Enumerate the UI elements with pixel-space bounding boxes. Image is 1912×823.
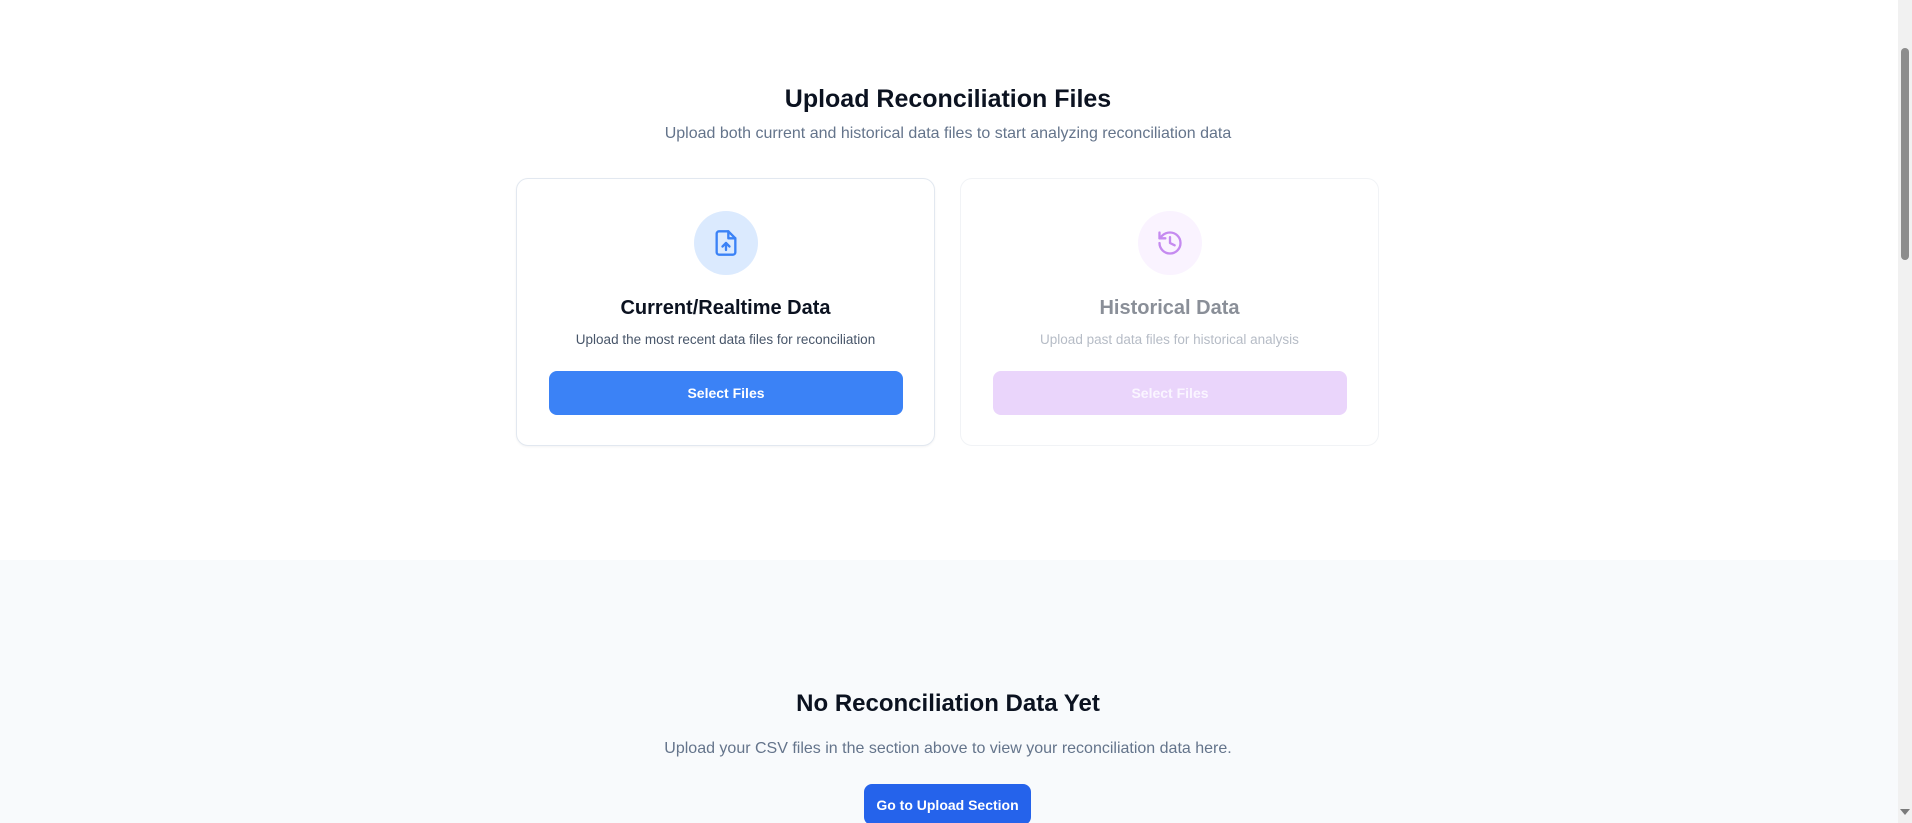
current-data-card-title: Current/Realtime Data: [620, 297, 831, 319]
historical-data-card: Historical Data Upload past data files f…: [960, 178, 1379, 446]
empty-state-title: No Reconciliation Data Yet: [796, 690, 1100, 717]
historical-data-card-title: Historical Data: [1099, 297, 1240, 319]
file-upload-icon: [694, 211, 758, 275]
current-data-card-description: Upload the most recent data files for re…: [575, 332, 876, 347]
empty-state-description: Upload your CSV files in the section abo…: [664, 740, 1232, 757]
select-current-files-button[interactable]: Select Files: [549, 371, 903, 415]
select-historical-files-button[interactable]: Select Files: [993, 371, 1347, 415]
history-icon: [1138, 211, 1202, 275]
current-data-card: Current/Realtime Data Upload the most re…: [516, 178, 935, 446]
upload-section: Upload Reconciliation Files Upload both …: [0, 0, 1898, 560]
upload-section-subtitle: Upload both current and historical data …: [664, 125, 1232, 142]
vertical-scrollbar[interactable]: [1898, 0, 1912, 823]
scroll-down-arrow-icon[interactable]: [1900, 809, 1910, 815]
scrollbar-thumb[interactable]: [1901, 48, 1909, 260]
historical-data-card-description: Upload past data files for historical an…: [1040, 332, 1299, 347]
empty-state-section: No Reconciliation Data Yet Upload your C…: [0, 560, 1898, 823]
go-to-upload-section-button[interactable]: Go to Upload Section: [864, 784, 1031, 823]
page: Upload Reconciliation Files Upload both …: [0, 0, 1912, 823]
upload-section-title: Upload Reconciliation Files: [784, 85, 1112, 113]
